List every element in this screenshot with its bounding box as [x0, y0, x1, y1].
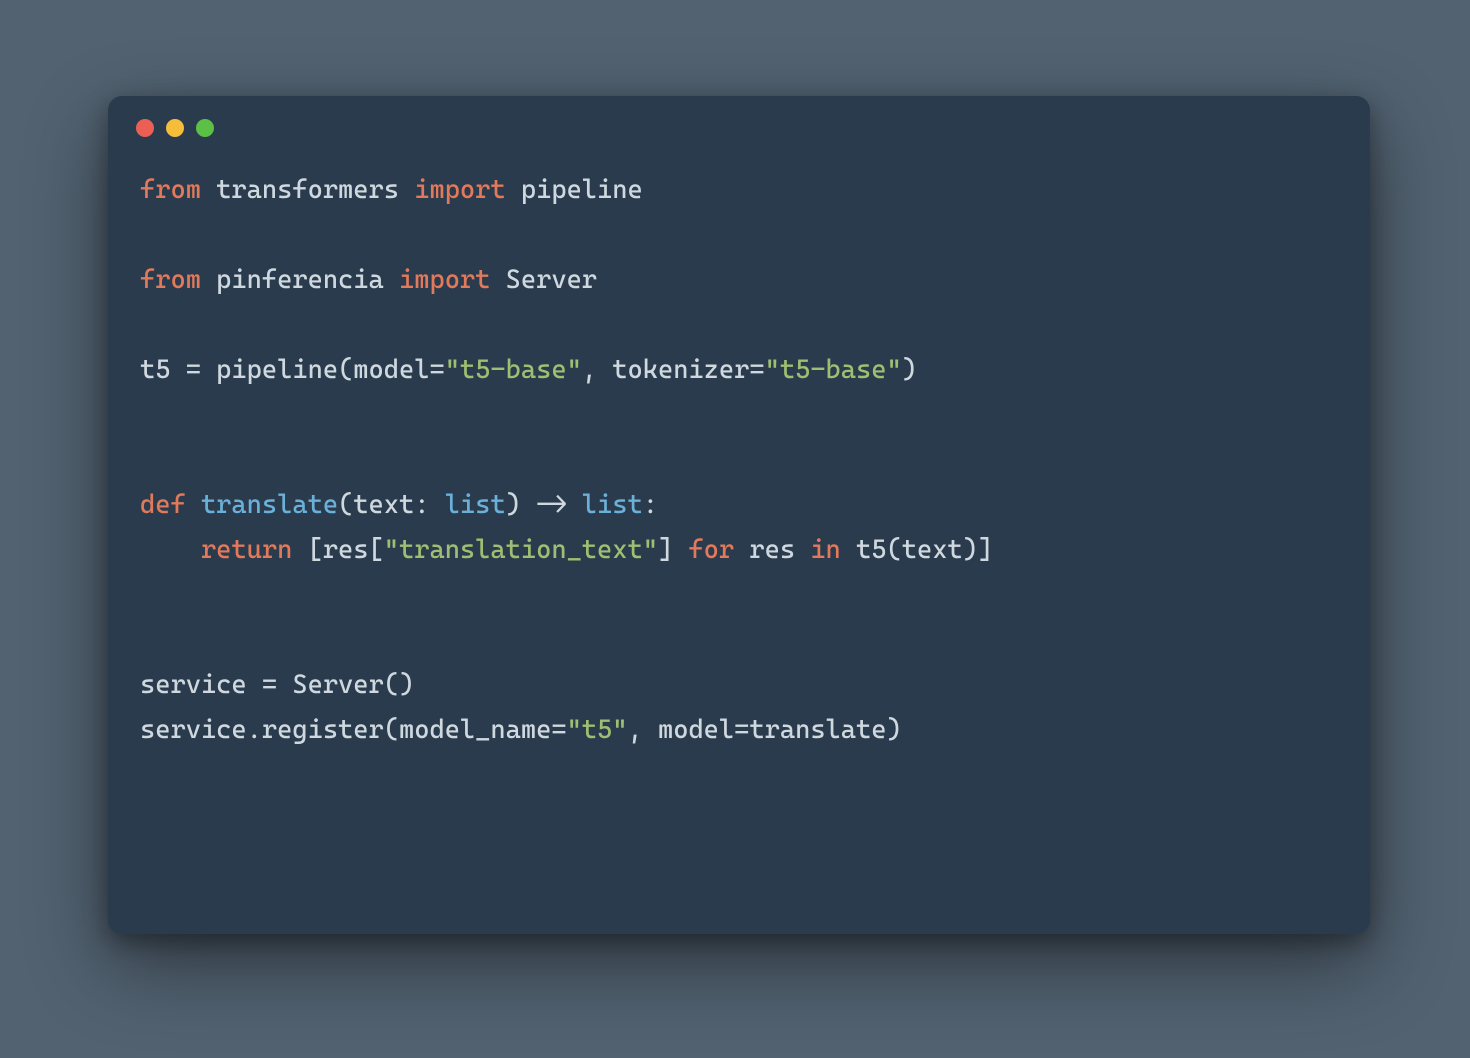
type-hint: list — [582, 490, 643, 520]
import-name: pipeline — [521, 175, 643, 205]
keyword-import: import — [414, 175, 505, 205]
function-name: translate — [201, 490, 338, 520]
code-block: from transformers import pipeline from p… — [108, 160, 1370, 785]
string-literal: "translation_text" — [384, 535, 658, 565]
keyword-return: return — [201, 535, 292, 565]
code-text: ) — [902, 355, 917, 385]
keyword-for: for — [688, 535, 734, 565]
indent — [140, 535, 201, 565]
type-hint: list — [445, 490, 506, 520]
code-text: service.register(model_name= — [140, 715, 567, 745]
code-line-13: service.register(model_name="t5", model=… — [140, 715, 902, 745]
string-literal: "t5" — [567, 715, 628, 745]
code-text: res — [734, 535, 810, 565]
module-name: pinferencia — [216, 265, 384, 295]
code-text: [res[ — [292, 535, 383, 565]
code-text: ] — [658, 535, 688, 565]
module-name: transformers — [216, 175, 399, 205]
string-literal: "t5-base" — [445, 355, 582, 385]
code-line-5: t5 = pipeline(model="t5-base", tokenizer… — [140, 355, 917, 385]
code-text: t5 = pipeline(model= — [140, 355, 445, 385]
code-window: from transformers import pipeline from p… — [108, 96, 1370, 934]
keyword-def: def — [140, 490, 186, 520]
code-line-12: service = Server() — [140, 670, 414, 700]
keyword-in: in — [810, 535, 840, 565]
code-text: ) -> — [506, 490, 582, 520]
code-line-9: return [res["translation_text"] for res … — [140, 535, 993, 565]
code-text: , tokenizer= — [582, 355, 765, 385]
import-name: Server — [506, 265, 597, 295]
code-text: : — [643, 490, 658, 520]
minimize-icon[interactable] — [166, 119, 184, 137]
code-line-8: def translate(text: list) -> list: — [140, 490, 658, 520]
code-line-3: from pinferencia import Server — [140, 265, 597, 295]
zoom-icon[interactable] — [196, 119, 214, 137]
code-text: t5(text)] — [841, 535, 993, 565]
code-text: (text: — [338, 490, 445, 520]
close-icon[interactable] — [136, 119, 154, 137]
code-line-1: from transformers import pipeline — [140, 175, 643, 205]
window-titlebar — [108, 96, 1370, 160]
string-literal: "t5-base" — [765, 355, 902, 385]
keyword-import: import — [399, 265, 490, 295]
keyword-from: from — [140, 175, 201, 205]
code-text: , model=translate) — [628, 715, 902, 745]
keyword-from: from — [140, 265, 201, 295]
